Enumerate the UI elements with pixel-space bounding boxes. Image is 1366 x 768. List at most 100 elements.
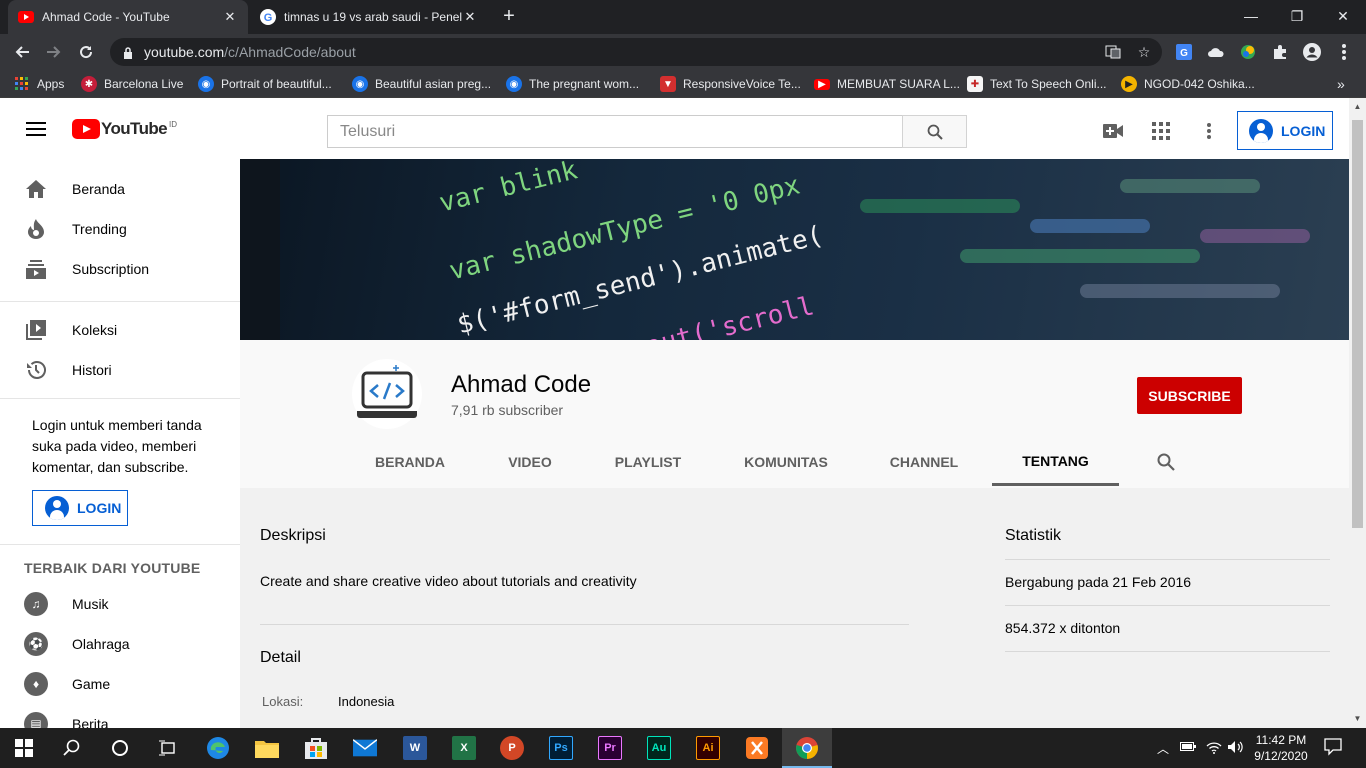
login-prompt-text: Login untuk memberi tanda suka pada vide… [32,417,202,475]
tab-playlist[interactable]: PLAYLIST [600,438,696,486]
create-video-icon[interactable] [1103,121,1123,141]
bookmark-pregnant-woman[interactable]: ◉ The pregnant wom... [506,75,639,93]
bookmark-barcelona-live[interactable]: ✱ Barcelona Live [81,75,183,93]
kebab-menu-icon[interactable] [1335,43,1353,61]
audition-icon[interactable]: Au [647,736,671,760]
new-tab-button[interactable]: + [499,6,519,26]
login-button[interactable]: LOGIN [1237,111,1333,150]
tab-channel[interactable]: CHANNEL [876,438,972,486]
shield-icon: ▼ [660,76,676,92]
colorful-extension-icon[interactable] [1239,43,1257,61]
cortana-icon[interactable] [108,736,132,760]
battery-icon[interactable] [1180,740,1196,755]
sidebar-item-histori[interactable]: Histori [0,350,240,390]
page-scrollbar[interactable]: ▲ ▼ [1349,98,1366,728]
forward-icon[interactable] [42,40,66,64]
channel-avatar[interactable] [352,359,422,429]
laptop-code-icon [357,365,417,418]
bookmark-text-to-speech[interactable]: ✚ Text To Speech Onli... [967,75,1107,93]
wifi-icon[interactable] [1206,740,1222,757]
profile-icon[interactable] [1303,43,1321,61]
system-clock[interactable]: 11:42 PM 9/12/2020 [1243,732,1319,764]
tab-komunitas[interactable]: KOMUNITAS [730,438,842,486]
bookmark-ngod[interactable]: ▶ NGOD-042 Oshika... [1121,75,1255,93]
bookmark-membuat-suara[interactable]: ▶ MEMBUAT SUARA L... [814,75,960,93]
sidebar-item-koleksi[interactable]: Koleksi [0,310,240,350]
tab-tentang[interactable]: TENTANG [992,438,1119,486]
tab-timnas[interactable]: G timnas u 19 vs arab saudi - Penel ✕ [250,0,488,34]
news-icon: ▤ [24,712,48,728]
volume-icon[interactable] [1228,740,1244,757]
reload-icon[interactable] [74,40,98,64]
edge-icon[interactable] [206,736,230,760]
bookmark-responsivevoice[interactable]: ▼ ResponsiveVoice Te... [660,75,801,93]
cloud-extension-icon[interactable] [1207,43,1225,61]
task-view-icon[interactable] [156,736,180,760]
youtube-masthead: YouTube ID Telusuri LOGIN [0,98,1349,160]
sidebar-item-olahraga[interactable]: ⚽ Olahraga [0,624,240,664]
sidebar-divider [0,544,240,545]
apps-icon[interactable] [1151,121,1171,141]
flame-icon [24,217,48,241]
search-button[interactable] [902,115,967,148]
back-icon[interactable] [10,40,34,64]
notifications-icon[interactable] [1324,738,1342,759]
stats-heading: Statistik [1005,527,1062,544]
address-bar[interactable]: youtube.com/c/AhmadCode/about [110,38,1162,66]
illustrator-icon[interactable]: Ai [696,736,720,760]
excel-icon[interactable]: X [452,736,476,760]
search-input[interactable]: Telusuri [327,115,903,148]
youtube-favicon-icon [18,9,34,25]
music-icon: ♫ [24,592,48,616]
mail-icon[interactable] [353,736,377,760]
sidebar-item-subscription[interactable]: Subscription [0,249,240,289]
sidebar-item-trending[interactable]: Trending [0,209,240,249]
powerpoint-icon[interactable]: P [500,736,524,760]
channel-search-icon[interactable] [1148,438,1184,486]
channel-header: Ahmad Code 7,91 rb subscriber SUBSCRIBE … [240,340,1349,488]
bookmark-apps[interactable]: Apps [14,75,64,93]
settings-menu-icon[interactable] [1199,121,1219,141]
premiere-icon[interactable]: Pr [598,736,622,760]
close-tab-icon[interactable]: ✕ [222,9,238,25]
translate-icon[interactable] [1104,43,1122,61]
show-hidden-icons[interactable]: ︿ [1157,740,1169,757]
extensions-puzzle-icon[interactable] [1271,43,1289,61]
xampp-icon[interactable] [745,736,769,760]
store-icon[interactable] [304,736,328,760]
sidebar-item-musik[interactable]: ♫ Musik [0,584,240,624]
restore-icon[interactable]: ❐ [1274,0,1320,32]
photoshop-icon[interactable]: Ps [549,736,573,760]
svg-text:G: G [264,12,273,24]
windows-start-icon[interactable] [12,736,36,760]
hamburger-menu-icon[interactable] [26,122,46,136]
tab-ahmad-code[interactable]: Ahmad Code - YouTube ✕ [8,0,248,34]
sidebar-item-beranda[interactable]: Beranda [0,169,240,209]
scroll-down-icon[interactable]: ▼ [1353,714,1362,723]
account-circle-icon [45,496,69,520]
sidebar-login-button[interactable]: LOGIN [32,490,128,526]
more-bookmarks-icon[interactable]: » [1337,75,1345,93]
tab-beranda[interactable]: BERANDA [362,438,458,486]
google-translate-extension-icon[interactable]: G [1175,43,1193,61]
sidebar-item-berita[interactable]: ▤ Berita [0,704,240,728]
tab-video[interactable]: VIDEO [490,438,570,486]
bookmark-beautiful-asian[interactable]: ◉ Beautiful asian preg... [352,75,491,93]
chrome-icon[interactable] [795,736,819,760]
word-icon[interactable]: W [403,736,427,760]
sidebar-item-game[interactable]: ♦ Game [0,664,240,704]
tab-title: Ahmad Code - YouTube [42,10,170,24]
search-icon[interactable] [60,736,84,760]
youtube-logo[interactable]: YouTube ID [72,119,177,139]
close-tab-icon[interactable]: ✕ [462,9,478,25]
file-explorer-icon[interactable] [255,736,279,760]
apps-grid-icon [14,76,30,92]
close-window-icon[interactable]: ✕ [1320,0,1366,32]
view-count: 854.372 x ditonton [1005,620,1121,636]
scrollbar-thumb[interactable] [1352,120,1363,528]
minimize-icon[interactable]: — [1228,0,1274,32]
bookmark-star-icon[interactable]: ☆ [1135,43,1153,61]
subscribe-button[interactable]: SUBSCRIBE [1137,377,1242,414]
scroll-up-icon[interactable]: ▲ [1353,102,1362,111]
bookmark-portrait[interactable]: ◉ Portrait of beautiful... [198,75,332,93]
